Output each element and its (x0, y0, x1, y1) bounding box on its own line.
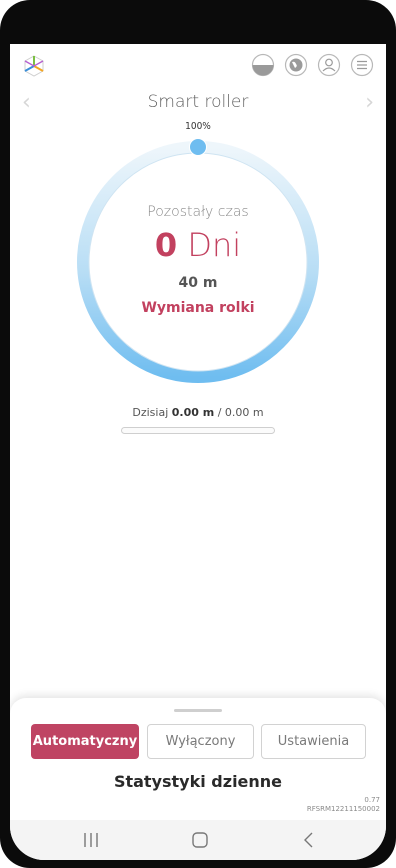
today-separator: / (217, 406, 222, 419)
replace-roll-link[interactable]: Wymiana rolki (10, 300, 386, 316)
home-icon[interactable] (188, 830, 212, 850)
remaining-meters: 40 m (178, 275, 218, 291)
bottom-sheet: Automatyczny Wyłączony Ustawienia Statys… (10, 698, 386, 820)
today-usage: Dzisiaj 0.00 m / 0.00 m (10, 406, 386, 419)
remaining-days-value: 0 (154, 226, 178, 264)
today-total: 0.00 m (224, 406, 264, 419)
app-version: 0.77 (364, 796, 380, 804)
version-info: 0.77 RFSRM12211150002 (307, 796, 380, 814)
sheet-drag-handle[interactable] (174, 709, 222, 712)
phone-frame: ‹ › Smart roller 100% Pozostały czas 0 D… (0, 0, 396, 868)
settings-button[interactable]: Ustawienia (261, 724, 366, 759)
header-icons (251, 53, 374, 77)
app-screen: ‹ › Smart roller 100% Pozostały czas 0 D… (10, 44, 386, 860)
gauge-knob (189, 138, 207, 156)
system-nav-bar (10, 820, 386, 860)
daily-stats-title: Statystyki dzienne (113, 772, 283, 791)
recents-icon[interactable] (79, 830, 103, 850)
half-circle-icon[interactable] (251, 53, 275, 77)
today-value: 0.00 m (171, 406, 215, 419)
back-icon[interactable] (297, 830, 321, 850)
today-label: Dzisiaj (132, 406, 169, 419)
mode-off-button[interactable]: Wyłączony (147, 724, 254, 759)
app-logo-icon (24, 55, 44, 77)
remaining-time-label: Pozostały czas (147, 204, 249, 220)
mode-automatic-button[interactable]: Automatyczny (31, 724, 139, 759)
user-icon[interactable] (317, 53, 341, 77)
device-serial: RFSRM12211150002 (306, 805, 380, 813)
today-progress-bar (121, 427, 275, 434)
menu-icon[interactable] (350, 53, 374, 77)
remaining-days: 0 Dni (10, 226, 386, 264)
remaining-days-unit: Dni (187, 226, 242, 264)
globe-icon[interactable] (284, 53, 308, 77)
device-title: Smart roller (147, 92, 249, 112)
